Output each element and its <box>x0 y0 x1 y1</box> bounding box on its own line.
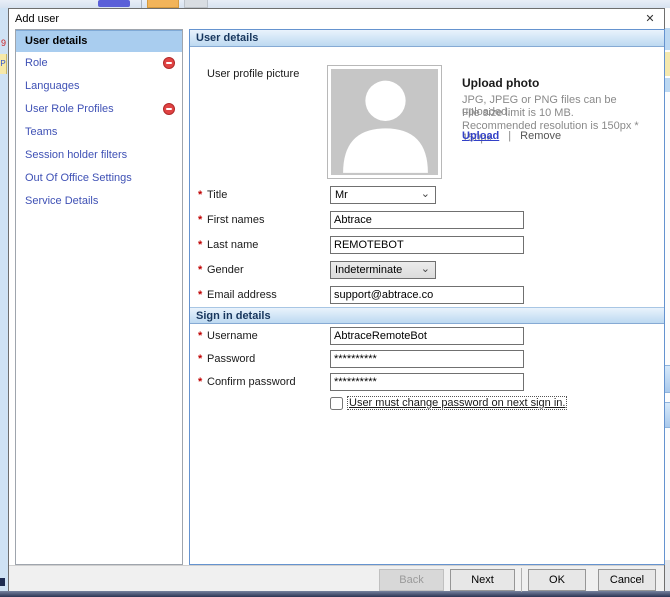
upload-link[interactable]: Upload <box>462 130 499 142</box>
field-row-last-name: * Last name <box>190 236 664 254</box>
sidebar-item-label: Service Details <box>25 195 98 207</box>
field-row-email: * Email address <box>190 286 664 304</box>
change-password-checkbox-label[interactable]: User must change password on next sign i… <box>347 396 567 410</box>
profile-picture-label: User profile picture <box>207 68 299 80</box>
sidebar-item-user-details[interactable]: User details <box>16 30 182 52</box>
sidebar-item-label: User Role Profiles <box>25 103 114 115</box>
field-row-username: * Username <box>190 327 664 345</box>
field-row-first-names: * First names <box>190 211 664 229</box>
sidebar-item-label: Out Of Office Settings <box>25 172 132 184</box>
sidebar-item-label: Role <box>25 57 48 69</box>
field-row-password: * Password <box>190 350 664 368</box>
remove-link[interactable]: Remove <box>520 130 561 142</box>
background-text-fragment <box>0 578 5 586</box>
required-marker: * <box>198 353 202 365</box>
sidebar-item-label: Session holder filters <box>25 149 127 161</box>
title-select-value: Mr <box>335 189 348 201</box>
sidebar-item-label: User details <box>25 35 87 47</box>
add-user-dialog: Add user ✕ User details Role Languages U… <box>8 8 665 591</box>
link-separator: | <box>508 130 511 142</box>
user-details-section-header: User details <box>190 30 664 47</box>
password-label: Password <box>207 353 255 365</box>
main-panel: User details User profile picture Upload… <box>189 29 665 565</box>
confirm-password-label: Confirm password <box>207 376 296 388</box>
background-top-strip <box>0 0 670 8</box>
sidebar-item-label: Languages <box>25 80 79 92</box>
sidebar-item-label: Teams <box>25 126 57 138</box>
upload-photo-heading: Upload photo <box>462 76 539 90</box>
email-input[interactable] <box>330 286 524 304</box>
sidebar-item-user-role-profiles[interactable]: User Role Profiles <box>16 98 182 121</box>
dialog-title: Add user <box>15 13 59 25</box>
required-marker: * <box>198 214 202 226</box>
background-toolbar-icon <box>98 0 130 7</box>
title-label: Title <box>207 189 227 201</box>
profile-picture-placeholder <box>327 65 442 179</box>
change-password-checkbox[interactable] <box>330 397 343 410</box>
required-marker: * <box>198 289 202 301</box>
first-names-input[interactable] <box>330 211 524 229</box>
background-bottom-strip <box>0 591 670 597</box>
chevron-down-icon: ⌄ <box>421 187 430 200</box>
field-row-title: * Title Mr ⌄ <box>190 186 664 204</box>
upload-help-line-2: File size limit is 10 MB. <box>462 107 574 119</box>
gender-select[interactable]: Indeterminate ⌄ <box>330 261 436 279</box>
required-marker: * <box>198 189 202 201</box>
close-icon[interactable]: ✕ <box>642 11 658 27</box>
last-name-label: Last name <box>207 239 258 251</box>
username-label: Username <box>207 330 258 342</box>
username-input[interactable] <box>330 327 524 345</box>
email-label: Email address <box>207 289 277 301</box>
required-marker: * <box>198 264 202 276</box>
required-marker: * <box>198 376 202 388</box>
sidebar: User details Role Languages User Role Pr… <box>15 29 183 565</box>
dialog-titlebar: Add user ✕ <box>9 9 664 29</box>
next-button[interactable]: Next <box>450 569 515 591</box>
background-tag-fragment: P <box>0 54 7 74</box>
sidebar-item-session-holder-filters[interactable]: Session holder filters <box>16 144 182 167</box>
cancel-button[interactable]: Cancel <box>598 569 656 591</box>
field-row-gender: * Gender Indeterminate ⌄ <box>190 261 664 279</box>
background-number-fragment: 9 <box>1 38 6 48</box>
confirm-password-input[interactable] <box>330 373 524 391</box>
title-select[interactable]: Mr ⌄ <box>330 186 436 204</box>
background-toolbar-separator <box>141 0 142 8</box>
background-left-strip: 9 P <box>0 8 8 591</box>
error-minus-icon <box>163 103 175 115</box>
field-row-confirm-password: * Confirm password <box>190 373 664 391</box>
sign-in-details-section-header: Sign in details <box>190 307 664 324</box>
sidebar-item-languages[interactable]: Languages <box>16 75 182 98</box>
upload-links-row: Upload | Remove <box>462 130 561 142</box>
sidebar-item-teams[interactable]: Teams <box>16 121 182 144</box>
last-name-input[interactable] <box>330 236 524 254</box>
person-silhouette-icon <box>331 69 438 175</box>
first-names-label: First names <box>207 214 264 226</box>
back-button[interactable]: Back <box>379 569 444 591</box>
sidebar-item-out-of-office-settings[interactable]: Out Of Office Settings <box>16 167 182 190</box>
change-password-checkbox-row: User must change password on next sign i… <box>330 395 567 411</box>
required-marker: * <box>198 330 202 342</box>
sidebar-item-service-details[interactable]: Service Details <box>16 190 182 213</box>
chevron-down-icon: ⌄ <box>421 262 430 275</box>
error-minus-icon <box>163 57 175 69</box>
button-separator <box>521 568 522 592</box>
sidebar-item-role[interactable]: Role <box>16 52 182 75</box>
screen: 9 P Add user ✕ User details Role Languag… <box>0 0 670 597</box>
required-marker: * <box>198 239 202 251</box>
dialog-footer: Back Next OK Cancel <box>9 565 664 591</box>
gender-label: Gender <box>207 264 244 276</box>
gender-select-value: Indeterminate <box>335 264 402 276</box>
ok-button[interactable]: OK <box>528 569 586 591</box>
background-toolbar-gray-button <box>184 0 208 8</box>
password-input[interactable] <box>330 350 524 368</box>
background-toolbar-orange-button <box>147 0 179 8</box>
